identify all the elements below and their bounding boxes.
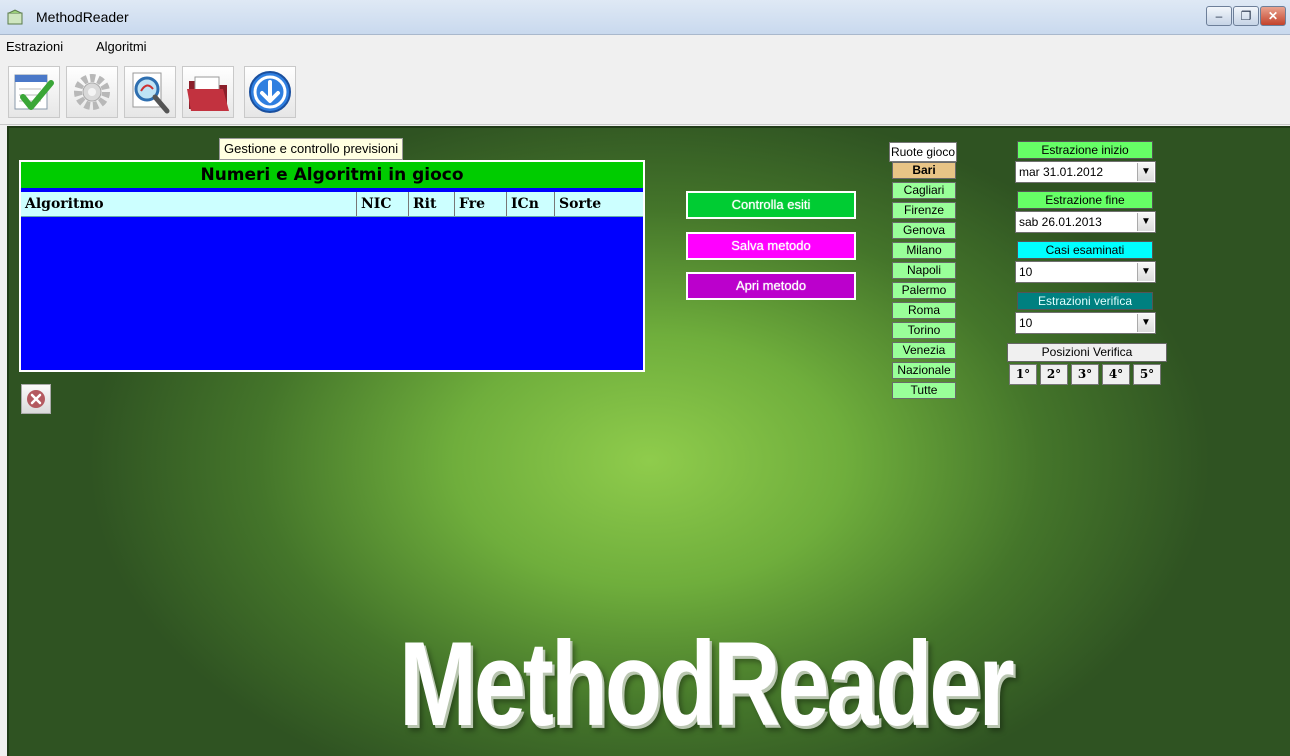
column-icn[interactable]: ICn (507, 192, 555, 216)
estrazione-inizio-select[interactable]: mar 31.01.2012 ▼ (1015, 161, 1156, 183)
wheel-palermo[interactable]: Palermo (892, 282, 956, 299)
open-folder-button[interactable] (182, 66, 234, 118)
menu-estrazioni[interactable]: Estrazioni (6, 39, 63, 54)
tooltip: Gestione e controllo previsioni (219, 138, 404, 160)
wheel-genova[interactable]: Genova (892, 222, 956, 239)
wheel-tutte[interactable]: Tutte (892, 382, 956, 399)
wheel-nazionale[interactable]: Nazionale (892, 362, 956, 379)
casi-esaminati-label: Casi esaminati (1017, 241, 1153, 259)
estrazione-inizio-value: mar 31.01.2012 (1019, 165, 1104, 179)
main-panel: Gestione e controllo previsioni Numeri e… (7, 126, 1290, 756)
search-button[interactable] (124, 66, 176, 118)
algorithms-grid[interactable]: Numeri e Algoritmi in gioco Algoritmo NI… (19, 160, 645, 372)
wheel-venezia[interactable]: Venezia (892, 342, 956, 359)
minimize-button[interactable]: – (1206, 6, 1232, 26)
toolbar (0, 60, 1290, 125)
position-2-button[interactable]: 2° (1040, 364, 1068, 385)
app-icon (6, 9, 24, 25)
estrazione-fine-label: Estrazione fine (1017, 191, 1153, 209)
gear-icon (74, 74, 110, 110)
download-arrow-icon (249, 71, 291, 113)
casi-esaminati-select[interactable]: 10 ▼ (1015, 261, 1156, 283)
estrazione-fine-select[interactable]: sab 26.01.2013 ▼ (1015, 211, 1156, 233)
menu-algoritmi[interactable]: Algoritmi (96, 39, 147, 54)
window-title: MethodReader (36, 9, 129, 25)
wheel-torino[interactable]: Torino (892, 322, 956, 339)
column-rit[interactable]: Rit (409, 192, 455, 216)
wheel-roma[interactable]: Roma (892, 302, 956, 319)
column-algoritmo[interactable]: Algoritmo (21, 192, 357, 216)
close-button[interactable]: ✕ (1260, 6, 1286, 26)
chevron-down-icon[interactable]: ▼ (1137, 263, 1154, 281)
folder-icon (187, 76, 229, 111)
download-button[interactable] (244, 66, 296, 118)
title-bar: MethodReader – ❐ ✕ (0, 0, 1290, 35)
close-circle-icon (27, 390, 45, 408)
wheel-napoli[interactable]: Napoli (892, 262, 956, 279)
settings-button[interactable] (66, 66, 118, 118)
checklist-icon (14, 74, 54, 110)
grid-title: Numeri e Algoritmi in gioco (21, 162, 643, 188)
methodreader-logo: MethodReader (399, 617, 1015, 751)
wheel-cagliari[interactable]: Cagliari (892, 182, 956, 199)
position-5-button[interactable]: 5° (1133, 364, 1161, 385)
estrazioni-verifica-label: Estrazioni verifica (1017, 292, 1153, 310)
salva-metodo-button[interactable]: Salva metodo (686, 232, 856, 260)
wheel-firenze[interactable]: Firenze (892, 202, 956, 219)
position-1-button[interactable]: 1° (1009, 364, 1037, 385)
chevron-down-icon[interactable]: ▼ (1137, 163, 1154, 181)
grid-header: Algoritmo NIC Rit Fre ICn Sorte (21, 192, 643, 217)
maximize-button[interactable]: ❐ (1233, 6, 1259, 26)
chevron-down-icon[interactable]: ▼ (1137, 213, 1154, 231)
estrazioni-verifica-value: 10 (1019, 316, 1033, 330)
apri-metodo-button[interactable]: Apri metodo (686, 272, 856, 300)
estrazioni-verifica-select[interactable]: 10 ▼ (1015, 312, 1156, 334)
wheel-bari[interactable]: Bari (892, 162, 956, 179)
column-nic[interactable]: NIC (357, 192, 409, 216)
position-4-button[interactable]: 4° (1102, 364, 1130, 385)
chevron-down-icon[interactable]: ▼ (1137, 314, 1154, 332)
casi-esaminati-value: 10 (1019, 265, 1033, 279)
estrazione-inizio-label: Estrazione inizio (1017, 141, 1153, 159)
column-sorte[interactable]: Sorte (555, 192, 643, 216)
position-3-button[interactable]: 3° (1071, 364, 1099, 385)
controlla-esiti-button[interactable]: Controlla esiti (686, 191, 856, 219)
search-icon (132, 72, 170, 114)
column-fre[interactable]: Fre (455, 192, 507, 216)
remove-button[interactable] (21, 384, 51, 414)
menu-bar: Estrazioni Algoritmi (0, 36, 1290, 58)
estrazione-fine-value: sab 26.01.2013 (1019, 215, 1102, 229)
checklist-button[interactable] (8, 66, 60, 118)
posizioni-verifica-label: Posizioni Verifica (1007, 343, 1167, 362)
wheel-milano[interactable]: Milano (892, 242, 956, 259)
ruote-gioco-header: Ruote gioco (889, 142, 957, 162)
